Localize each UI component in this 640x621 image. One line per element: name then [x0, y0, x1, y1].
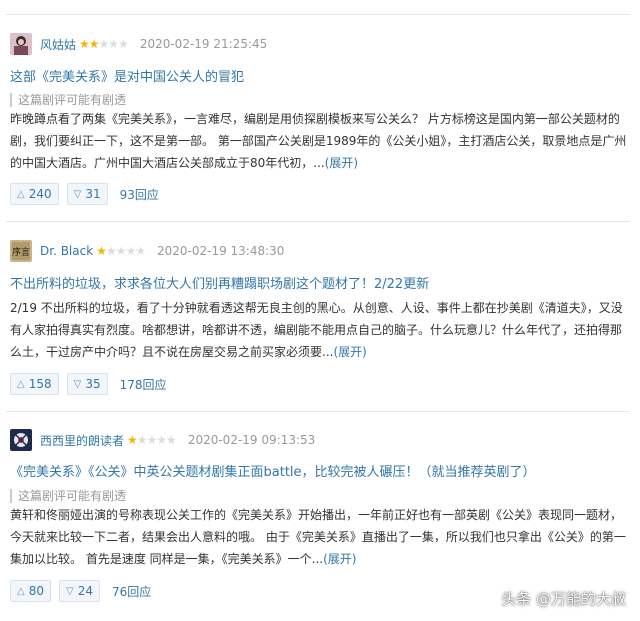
downvote-button[interactable]: ▽ 24 — [58, 580, 100, 602]
reply-count-link[interactable]: 76回应 — [112, 583, 151, 600]
avatar[interactable] — [10, 429, 32, 451]
excerpt-line: 今天就来比较一下二者，结果会出人意料的哦。 由于《完美关系》直播出了一集，所以我… — [10, 530, 626, 544]
thumbs-down-icon: ▽ — [73, 188, 82, 200]
thumbs-up-icon: △ — [17, 585, 25, 597]
review-date: 2020-02-19 13:48:30 — [156, 244, 285, 258]
downvote-button[interactable]: ▽ 31 — [66, 183, 108, 205]
review-title[interactable]: 这部《完美关系》是对中国公关人的冒犯 — [10, 66, 244, 85]
star-empty-icon: ★★★★ — [105, 244, 146, 258]
excerpt-line: 昨晚蹲点看了两集《完美关系》，一言难尽，编剧是用侦探剧模板来写公关么？ 片方标榜… — [10, 112, 620, 126]
star-icon: ★ — [96, 244, 107, 258]
star-empty-icon: ★★★ — [98, 37, 129, 51]
review-divider — [6, 221, 630, 222]
reply-count-link[interactable]: 93回应 — [120, 186, 159, 203]
expand-link[interactable]: (展开) — [325, 156, 358, 170]
author-name[interactable]: 西西里的朗读者 — [40, 432, 124, 449]
thumbs-up-icon: △ — [17, 378, 25, 390]
excerpt-line: 么土，干过房产中介吗？且不说在房屋交易之前买家必须要...(展开) — [10, 345, 367, 359]
excerpt-line: 剧，我们要纠正一下，这不是第一部。 第一部国产公关剧是1989年的《公关小姐》，… — [10, 134, 627, 148]
watermark-text: 头条 @万能的大叔 — [501, 590, 626, 608]
author-name[interactable]: 风姑姑 — [40, 36, 76, 53]
star-empty-icon: ★★★★ — [136, 433, 177, 447]
star-icon: ★★ — [79, 37, 99, 51]
review-date: 2020-02-19 21:25:45 — [139, 37, 268, 51]
expand-link[interactable]: (展开) — [323, 552, 356, 566]
review-header: 西西里的朗读者 ★★★★★ 2020-02-19 09:13:53 — [10, 428, 315, 452]
excerpt-line: 黄轩和佟丽娅出演的号称表现公关工作的《完美关系》开始播出，一年前正好也有一部英剧… — [10, 508, 623, 522]
reply-count-link[interactable]: 178回应 — [120, 376, 167, 393]
spoiler-notice: 这篇剧评可能有剧透 — [10, 489, 126, 503]
review-excerpt: 黄轩和佟丽娅出演的号称表现公关工作的《完美关系》开始播出，一年前正好也有一部英剧… — [10, 504, 626, 570]
svg-text:序言: 序言 — [12, 246, 30, 258]
downvote-button[interactable]: ▽ 35 — [66, 373, 108, 395]
author-name[interactable]: Dr. Black — [40, 244, 93, 258]
upvote-button[interactable]: △ 240 — [10, 183, 59, 205]
review-title[interactable]: 《完美关系》《公关》中英公关题材剧集正面battle，比较完被人碾压！（就当推荐… — [10, 461, 536, 480]
upvote-button[interactable]: △ 158 — [10, 373, 59, 395]
excerpt-line: 有人家拍得真实有烈度。啥都想讲，啥都讲不透，编剧能不能用点自己的脑子。什么玩意儿… — [10, 323, 623, 337]
excerpt-line: 2/19 不出所料的垃圾，看了十分钟就看透这帮无良主创的黑心。从创意、人设、事件… — [10, 301, 623, 315]
avatar[interactable] — [10, 33, 32, 55]
top-divider — [6, 14, 630, 15]
review-actions: △ 240 ▽ 31 93回应 — [10, 183, 159, 205]
review-date: 2020-02-19 09:13:53 — [187, 433, 316, 447]
review-header: 序言 Dr. Black ★★★★★ 2020-02-19 13:48:30 — [10, 239, 284, 263]
spoiler-notice: 这篇剧评可能有剧透 — [10, 93, 126, 107]
thumbs-down-icon: ▽ — [65, 585, 74, 597]
review-actions: △ 158 ▽ 35 178回应 — [10, 373, 167, 395]
avatar[interactable]: 序言 — [10, 240, 32, 262]
thumbs-up-icon: △ — [17, 188, 25, 200]
review-header: 风姑姑 ★★★★★ 2020-02-19 21:25:45 — [10, 32, 267, 56]
review-title[interactable]: 不出所料的垃圾，求求各位大人们别再糟蹋职场剧这个题材了！2/22更新 — [10, 273, 429, 292]
review-divider — [6, 411, 630, 412]
review-excerpt: 2/19 不出所料的垃圾，看了十分钟就看透这帮无良主创的黑心。从创意、人设、事件… — [10, 297, 626, 363]
thumbs-down-icon: ▽ — [73, 378, 82, 390]
review-excerpt: 昨晚蹲点看了两集《完美关系》，一言难尽，编剧是用侦探剧模板来写公关么？ 片方标榜… — [10, 108, 626, 174]
star-rating: ★★★★★ — [127, 433, 177, 447]
star-rating: ★★★★★ — [79, 37, 129, 51]
upvote-button[interactable]: △ 80 — [10, 580, 51, 602]
excerpt-line: 集加以比较。 首先是速度 同样是一集，《完美关系》一个...(展开) — [10, 552, 357, 566]
star-icon: ★ — [127, 433, 138, 447]
star-rating: ★★★★★ — [96, 244, 146, 258]
excerpt-line: 的中国大酒店。广州中国大酒店公关部成立于80年代初，...(展开) — [10, 156, 359, 170]
expand-link[interactable]: (展开) — [333, 345, 366, 359]
review-actions: △ 80 ▽ 24 76回应 — [10, 580, 151, 602]
